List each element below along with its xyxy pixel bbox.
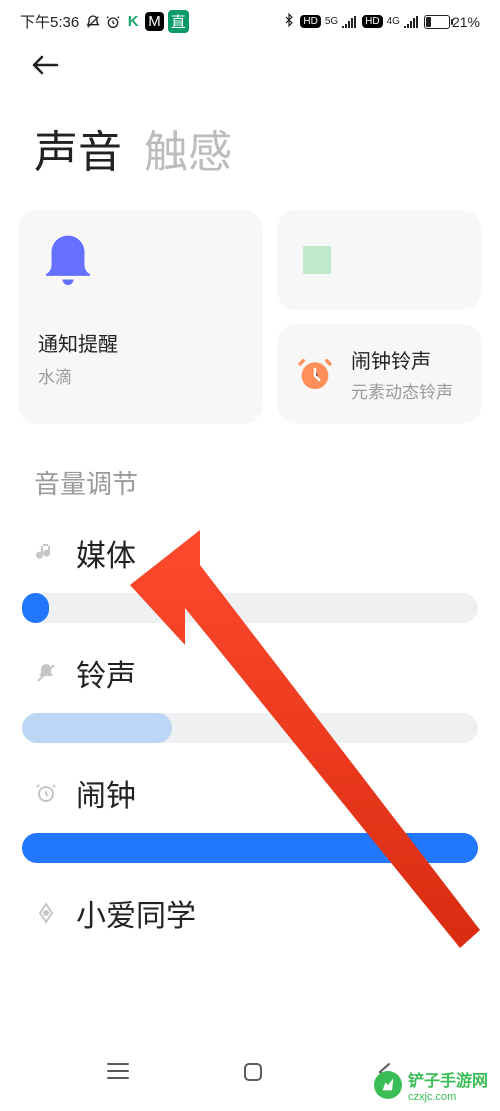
watermark-brand: 铲子手游网 [408,1067,488,1091]
signal-bars-1 [342,16,358,28]
slider-ring[interactable] [22,713,478,743]
volume-ring-label: 铃声 [76,651,136,695]
battery-percent: 21% [452,14,480,30]
volume-media: 媒体 [0,521,500,641]
volume-alarm: 闹钟 [0,761,500,881]
hd-badge-1: HD [300,15,320,28]
tab-haptics[interactable]: 触感 [144,116,232,180]
watermark-url: czxjc.com [408,1091,488,1103]
signal-5g: 5G [325,16,338,27]
card-notification[interactable]: 通知提醒 水滴 [18,210,263,424]
status-bar: 下午5:36 K M 直 HD 5G HD 4G 21% [0,0,500,39]
volume-alarm-label: 闹钟 [76,771,136,815]
card-notify-sub: 水滴 [38,363,243,388]
status-time: 下午5:36 [20,11,79,32]
bell-icon [38,232,98,296]
back-button[interactable] [30,64,60,81]
hd-badge-2: HD [362,15,382,28]
status-left: 下午5:36 K M 直 [20,10,189,33]
section-volume-title: 音量调节 [0,424,500,521]
xiaoai-icon [32,899,60,927]
dnd-icon [85,14,101,30]
alarm-icon [32,779,60,807]
tabs-row: 声音 触感 [0,92,500,210]
bluetooth-icon [282,13,296,30]
slider-alarm[interactable] [22,833,478,863]
bell-muted-icon [32,659,60,687]
slider-ring-fill [22,713,172,743]
card-notify-title: 通知提醒 [38,328,243,357]
green-square-icon [303,246,331,274]
volume-xiaoai: 小爱同学 [0,881,500,935]
card-unknown[interactable] [277,210,482,310]
signal-4g: 4G [387,16,400,27]
watermark-logo-icon [374,1071,402,1099]
status-icons-left: K M 直 [85,10,189,33]
app-badge-1: M [145,12,164,31]
tab-sound[interactable]: 声音 [34,116,122,180]
app-icon-k: K [125,14,141,30]
nav-recent[interactable] [105,1060,131,1089]
slider-alarm-fill [22,833,478,863]
card-alarm-sub: 元素动态铃声 [351,378,453,403]
signal-bars-2 [404,16,420,28]
app-badge-2: 直 [168,10,189,33]
volume-xiaoai-label: 小爱同学 [76,891,196,935]
volume-media-label: 媒体 [76,531,136,575]
cards-row: 通知提醒 水滴 闹钟铃声 元素动态铃声 [0,210,500,424]
battery-indicator: 21% [424,14,480,30]
card-alarm-sound[interactable]: 闹钟铃声 元素动态铃声 [277,324,482,424]
volume-ring: 铃声 [0,641,500,761]
music-note-icon [32,539,60,567]
status-right: HD 5G HD 4G 21% [282,13,480,30]
slider-media[interactable] [22,593,478,623]
card-alarm-title: 闹钟铃声 [351,345,453,374]
alarm-status-icon [105,14,121,30]
nav-home[interactable] [241,1060,265,1089]
slider-media-fill [22,593,49,623]
alarm-clock-icon [295,354,335,394]
watermark: 铲子手游网 czxjc.com [374,1067,488,1103]
